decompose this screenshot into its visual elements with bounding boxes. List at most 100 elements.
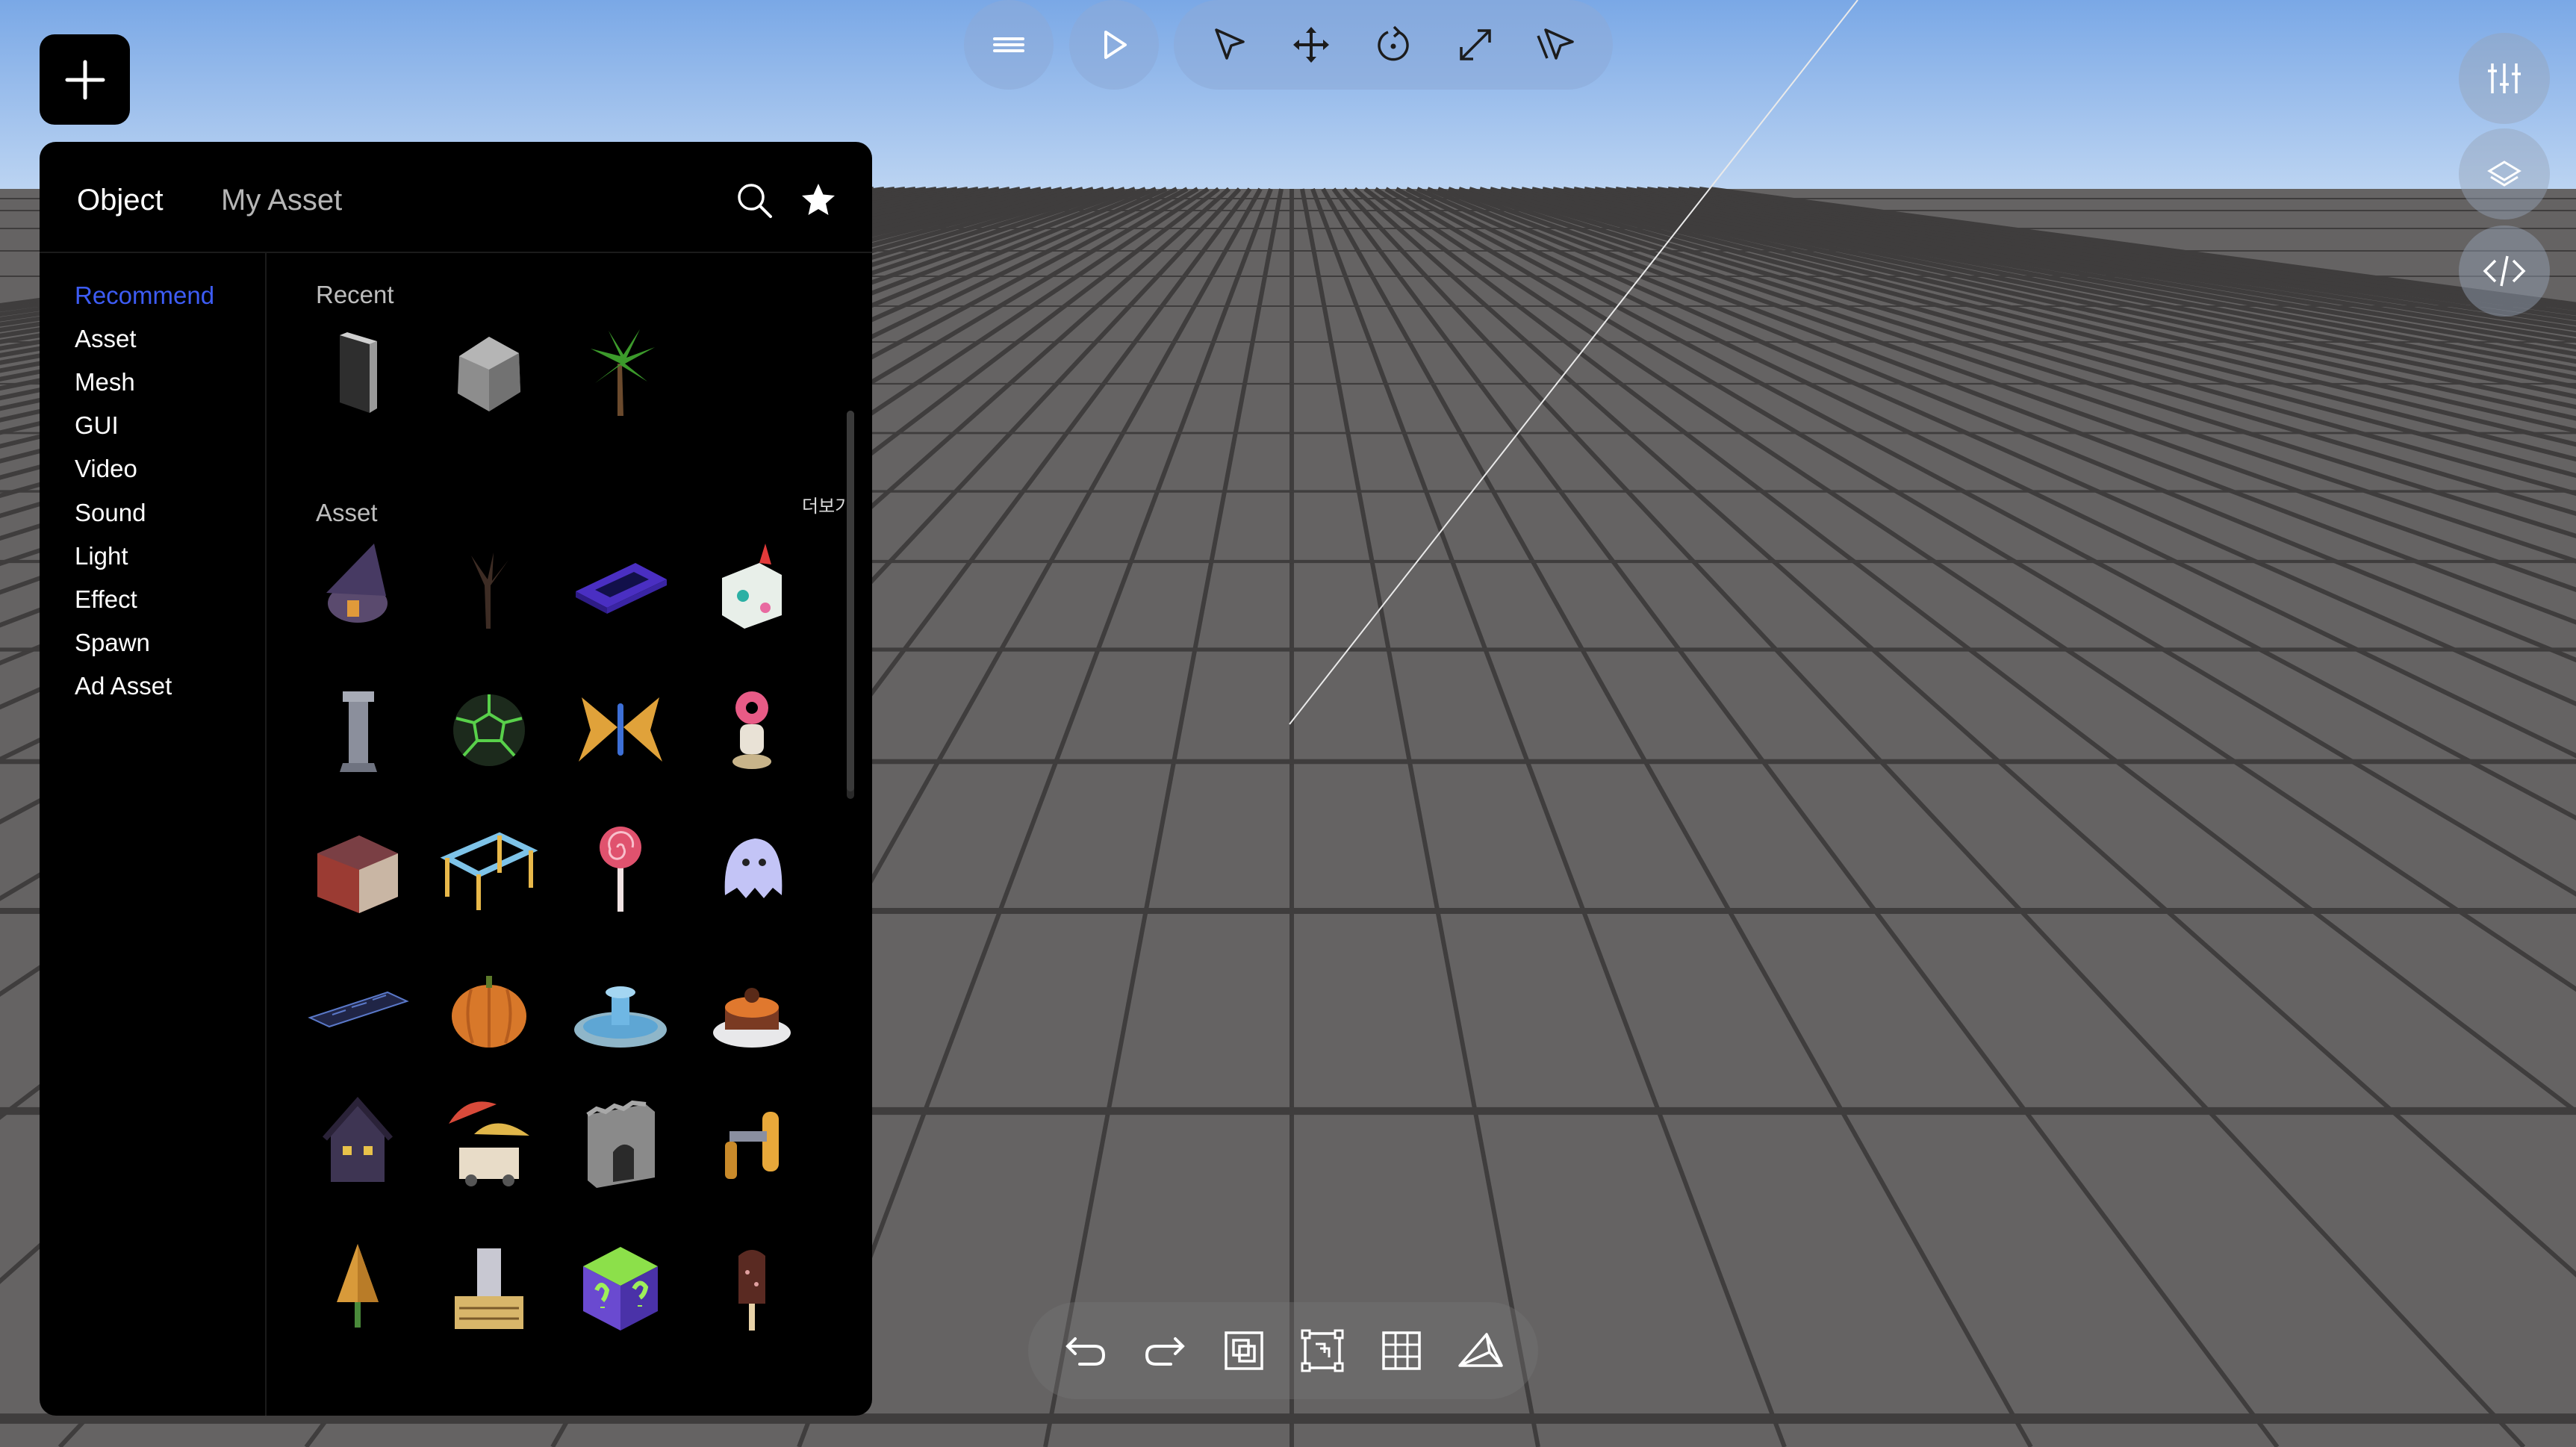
category-effect[interactable]: Effect — [75, 585, 137, 614]
witch-hat-house-icon — [326, 544, 388, 623]
rotate-icon — [1378, 25, 1409, 61]
question-cube-icon — [583, 1247, 658, 1331]
search-icon — [738, 184, 772, 218]
transform-toolbar — [1174, 0, 1613, 90]
asset-item-donut-character[interactable] — [700, 675, 804, 779]
search-button[interactable] — [733, 179, 775, 221]
green-hex-ball-icon — [453, 694, 525, 766]
play-icon — [1104, 31, 1127, 59]
category-sound[interactable]: Sound — [75, 499, 146, 527]
pumpkin-icon — [452, 976, 526, 1048]
asset-more-link[interactable]: 더보기 — [802, 491, 851, 517]
redo-icon — [1145, 1337, 1185, 1366]
asset-item-dark-tiles[interactable] — [305, 955, 410, 1059]
category-mesh[interactable]: Mesh — [75, 368, 135, 396]
stone-tower-icon — [340, 691, 377, 772]
ghost-icon — [724, 838, 783, 898]
asset-item-castle-gate[interactable] — [568, 1089, 673, 1194]
butterfly-icon — [579, 697, 662, 762]
menu-icon — [993, 37, 1024, 52]
move-arrows-icon — [1293, 27, 1330, 63]
playground-frame-icon — [440, 832, 538, 910]
category-list: Recommend Asset Mesh GUI Video Sound Lig… — [40, 253, 267, 1416]
palm-tree-icon — [591, 329, 655, 416]
category-video[interactable]: Video — [75, 455, 137, 483]
scale-tool-button[interactable] — [1446, 15, 1505, 75]
asset-item-brick-house[interactable] — [305, 813, 410, 918]
group-icon — [1301, 1329, 1344, 1372]
tab-my-asset[interactable]: My Asset — [221, 184, 342, 217]
asset-item-playground-frame[interactable] — [437, 813, 541, 918]
asset-item-haunted-house[interactable] — [305, 1089, 410, 1194]
code-icon — [2483, 255, 2526, 287]
asset-item-green-hex-ball[interactable] — [437, 675, 541, 779]
undo-button[interactable] — [1056, 1321, 1116, 1381]
camera-button[interactable] — [1451, 1321, 1511, 1381]
fountain-icon — [574, 986, 667, 1048]
dead-tree-icon — [471, 553, 508, 629]
redo-button[interactable] — [1135, 1321, 1195, 1381]
recent-item-dark-panel-block[interactable] — [305, 319, 410, 423]
dark-panel-block-icon — [340, 332, 377, 413]
asset-item-cake[interactable] — [700, 955, 804, 1059]
city-building-icon — [455, 1248, 523, 1329]
layers-button[interactable] — [2459, 128, 2550, 220]
asset-item-city-building[interactable] — [437, 1233, 541, 1338]
asset-item-toy-unicorn[interactable] — [700, 533, 804, 638]
toy-unicorn-icon — [722, 544, 782, 629]
category-recommend[interactable]: Recommend — [75, 281, 214, 310]
asset-item-pipe-part[interactable] — [700, 1089, 804, 1194]
donut-character-icon — [732, 691, 771, 769]
category-light[interactable]: Light — [75, 542, 128, 570]
multi-select-icon — [1537, 28, 1574, 60]
asset-item-umbrella-stall[interactable] — [437, 1089, 541, 1194]
asset-item-popsicle[interactable] — [700, 1233, 804, 1338]
rotate-tool-button[interactable] — [1363, 15, 1423, 75]
asset-item-witch-hat-house[interactable] — [305, 533, 410, 638]
group-button[interactable] — [1292, 1321, 1352, 1381]
gray-rock-icon — [458, 337, 520, 411]
add-object-button[interactable] — [40, 34, 130, 125]
multi-select-tool-button[interactable] — [1527, 15, 1587, 75]
neon-platform-icon — [576, 563, 667, 614]
castle-gate-icon — [586, 1100, 655, 1188]
asset-item-stone-tower[interactable] — [305, 675, 410, 779]
asset-item-lollipop[interactable] — [568, 813, 673, 918]
grid-icon — [1382, 1331, 1421, 1370]
recent-item-gray-rock[interactable] — [437, 319, 541, 423]
undo-icon — [1065, 1337, 1105, 1366]
camera-icon — [1458, 1333, 1503, 1367]
category-asset[interactable]: Asset — [75, 325, 137, 353]
asset-item-orange-tree[interactable] — [305, 1233, 410, 1338]
layers-icon — [2487, 161, 2521, 187]
select-tool-button[interactable] — [1200, 15, 1260, 75]
move-tool-button[interactable] — [1281, 15, 1341, 75]
plus-icon — [65, 60, 105, 99]
asset-item-dead-tree[interactable] — [437, 533, 541, 638]
play-button[interactable] — [1069, 0, 1159, 90]
code-button[interactable] — [2459, 225, 2550, 317]
scrollbar[interactable] — [847, 411, 854, 799]
settings-button[interactable] — [2459, 33, 2550, 124]
category-ad-asset[interactable]: Ad Asset — [75, 672, 172, 700]
asset-item-question-cube[interactable] — [568, 1233, 673, 1338]
asset-item-butterfly[interactable] — [568, 675, 673, 779]
brick-house-icon — [317, 835, 398, 913]
object-panel: Object My Asset Recommend Asset Mesh GUI… — [40, 142, 872, 1416]
favorites-button[interactable] — [797, 179, 839, 221]
recent-item-palm-tree[interactable] — [568, 319, 673, 423]
pipe-part-icon — [725, 1112, 779, 1179]
duplicate-button[interactable] — [1214, 1321, 1274, 1381]
select-arrow-icon — [1215, 28, 1245, 60]
recent-title: Recent — [316, 281, 394, 308]
asset-item-ghost[interactable] — [700, 813, 804, 918]
asset-item-pumpkin[interactable] — [437, 955, 541, 1059]
duplicate-icon — [1224, 1331, 1263, 1370]
grid-button[interactable] — [1372, 1321, 1431, 1381]
category-spawn[interactable]: Spawn — [75, 629, 150, 657]
tab-object[interactable]: Object — [77, 184, 164, 217]
asset-item-fountain[interactable] — [568, 955, 673, 1059]
asset-item-neon-platform[interactable] — [568, 533, 673, 638]
menu-button[interactable] — [964, 0, 1054, 90]
category-gui[interactable]: GUI — [75, 411, 119, 440]
